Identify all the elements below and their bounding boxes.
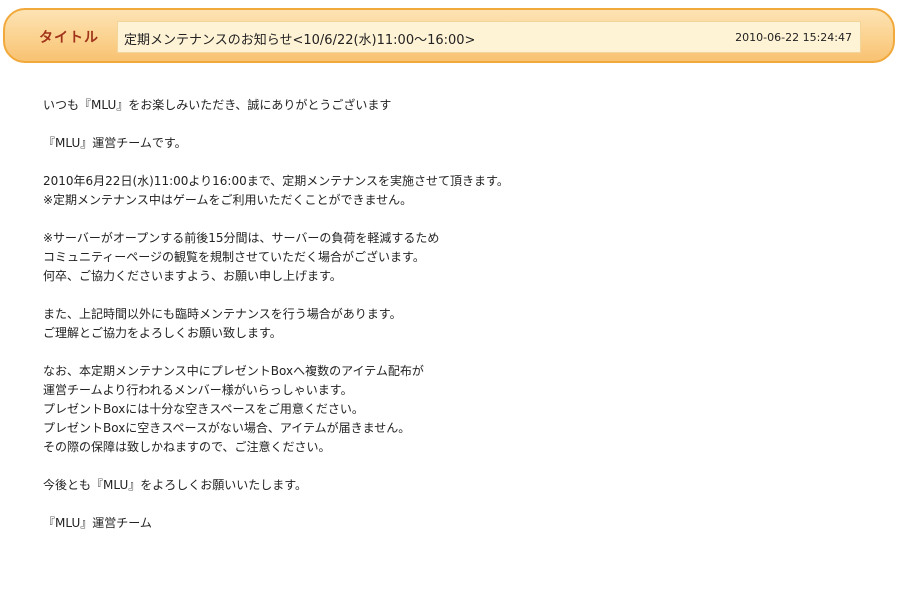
paragraph-signature: 『MLU』運営チーム	[43, 514, 863, 533]
paragraph-intro: 『MLU』運営チームです。	[43, 134, 863, 153]
text-line: プレゼントBoxに空きスペースがない場合、アイテムが届きません。	[43, 421, 411, 435]
text-line: プレゼントBoxには十分な空きスペースをご用意ください。	[43, 402, 364, 416]
notice-title: 定期メンテナンスのお知らせ<10/6/22(水)11:00〜16:00>	[124, 33, 476, 48]
text-line: ご理解とご協力をよろしくお願い致します。	[43, 326, 282, 340]
paragraph-greeting: いつも『MLU』をお楽しみいただき、誠にありがとうございます	[43, 96, 863, 115]
paragraph-closing: 今後とも『MLU』をよろしくお願いいたします。	[43, 476, 863, 495]
text-line: ※定期メンテナンス中はゲームをご利用いただくことができません。	[43, 193, 413, 207]
text-line: なお、本定期メンテナンス中にプレゼントBoxへ複数のアイテム配布が	[43, 364, 424, 378]
paragraph-temporary-maintenance: また、上記時間以外にも臨時メンテナンスを行う場合があります。 ご理解とご協力をよ…	[43, 305, 863, 343]
text-line: 2010年6月22日(水)11:00より16:00まで、定期メンテナンスを実施さ…	[43, 174, 509, 188]
text-line: その際の保障は致しかねますので、ご注意ください。	[43, 440, 331, 454]
text-line: いつも『MLU』をお楽しみいただき、誠にありがとうございます	[43, 98, 392, 112]
text-line: また、上記時間以外にも臨時メンテナンスを行う場合があります。	[43, 307, 402, 321]
paragraph-present-box: なお、本定期メンテナンス中にプレゼントBoxへ複数のアイテム配布が 運営チームよ…	[43, 362, 863, 457]
notice-title-bar: タイトル 定期メンテナンスのお知らせ<10/6/22(水)11:00〜16:00…	[3, 8, 895, 63]
text-line: 『MLU』運営チームです。	[43, 136, 187, 150]
text-line: 今後とも『MLU』をよろしくお願いいたします。	[43, 478, 308, 492]
notice-datetime: 2010-06-22 15:24:47	[735, 31, 852, 44]
notice-body: いつも『MLU』をお楽しみいただき、誠にありがとうございます 『MLU』運営チー…	[43, 96, 863, 533]
text-line: 運営チームより行われるメンバー様がいらっしゃいます。	[43, 383, 353, 397]
text-line: ※サーバーがオープンする前後15分間は、サーバーの負荷を軽減するため	[43, 231, 440, 245]
paragraph-server-notice: ※サーバーがオープンする前後15分間は、サーバーの負荷を軽減するため コミュニテ…	[43, 229, 863, 286]
text-line: 何卒、ご協力くださいますよう、お願い申し上げます。	[43, 269, 342, 283]
text-line: コミュニティーページの観覧を規制させていただく場合がございます。	[43, 250, 425, 264]
title-label: タイトル	[39, 30, 99, 46]
title-box: 定期メンテナンスのお知らせ<10/6/22(水)11:00〜16:00> 201…	[117, 21, 861, 53]
paragraph-schedule: 2010年6月22日(水)11:00より16:00まで、定期メンテナンスを実施さ…	[43, 172, 863, 210]
text-line: 『MLU』運営チーム	[43, 516, 152, 530]
